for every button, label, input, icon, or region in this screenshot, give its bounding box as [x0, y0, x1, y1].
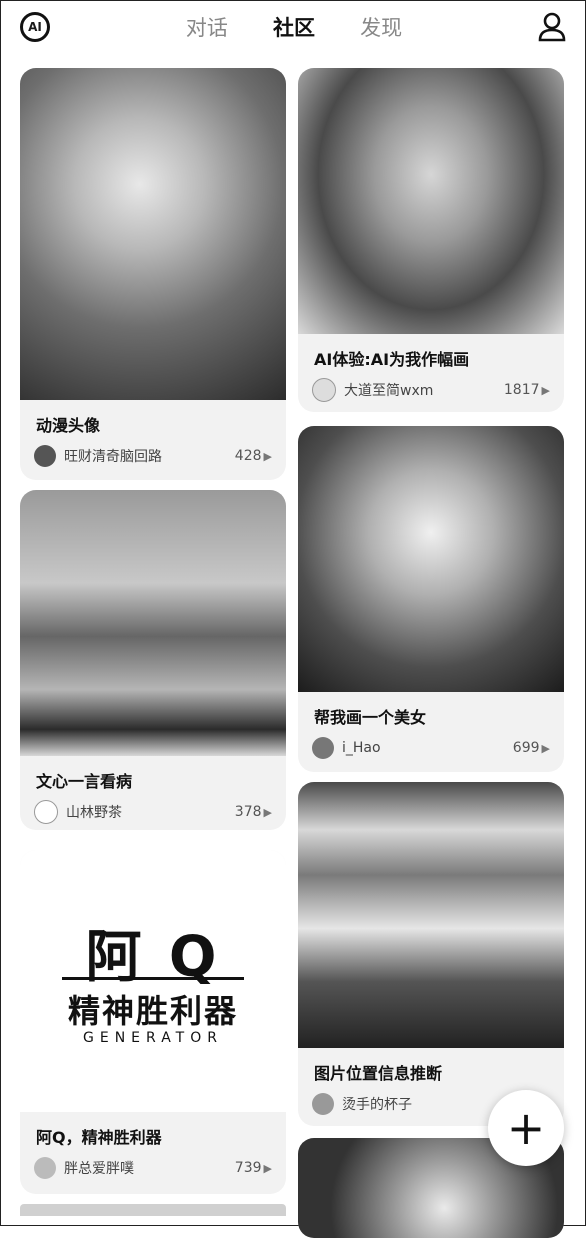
play-arrow-icon: ▶ — [263, 1162, 272, 1175]
post-image[interactable] — [298, 782, 564, 1048]
play-arrow-icon: ▶ — [541, 742, 550, 755]
post-meta: 大道至简wxm 1817 ▶ — [312, 378, 550, 402]
plus-icon: + — [506, 1101, 546, 1155]
post-image[interactable] — [20, 490, 286, 756]
play-arrow-icon: ▶ — [541, 384, 550, 397]
cover-title: 阿 Q — [85, 925, 221, 990]
cover-generator: GENERATOR — [83, 1030, 223, 1046]
post-card[interactable]: 动漫头像 旺财清奇脑回路 428 ▶ — [20, 68, 286, 480]
tab-bar: 对话 社区 发现 — [0, 12, 588, 42]
create-post-button[interactable]: + — [488, 1090, 564, 1166]
play-arrow-icon: ▶ — [263, 806, 272, 819]
post-image[interactable] — [298, 68, 564, 334]
avatar[interactable] — [312, 737, 334, 759]
post-card[interactable]: 帮我画一个美女 i_Hao 699 ▶ — [298, 426, 564, 772]
post-meta: 旺财清奇脑回路 428 ▶ — [34, 444, 272, 468]
post-card[interactable]: 阿 Q 精神胜利器 GENERATOR 阿Q，精神胜利器 胖总爱胖噗 739 ▶ — [20, 850, 286, 1194]
post-title: AI体验:AI为我作幅画 — [314, 350, 470, 369]
post-meta: i_Hao 699 ▶ — [312, 736, 550, 760]
tab-community[interactable]: 社区 — [273, 12, 315, 42]
author-name[interactable]: 旺财清奇脑回路 — [64, 446, 235, 466]
user-icon[interactable] — [538, 12, 566, 42]
post-title: 图片位置信息推断 — [314, 1064, 443, 1083]
post-card[interactable]: 文心一言看病 山林野茶 378 ▶ — [20, 490, 286, 830]
view-count: 378 ▶ — [234, 804, 272, 820]
post-meta: 胖总爱胖噗 739 ▶ — [34, 1156, 272, 1180]
post-title: 阿Q，精神胜利器 — [36, 1128, 162, 1147]
avatar[interactable] — [34, 1157, 56, 1179]
post-image[interactable]: 阿 Q 精神胜利器 GENERATOR — [20, 850, 286, 1112]
next-card-edge — [20, 1204, 286, 1216]
avatar[interactable] — [34, 445, 56, 467]
author-name[interactable]: 大道至简wxm — [344, 380, 504, 400]
tab-chat[interactable]: 对话 — [186, 12, 228, 42]
play-arrow-icon: ▶ — [263, 450, 272, 463]
post-title: 文心一言看病 — [36, 772, 133, 791]
avatar[interactable] — [312, 1093, 334, 1115]
author-name[interactable]: 山林野茶 — [66, 802, 235, 822]
post-image[interactable] — [298, 426, 564, 692]
post-title: 动漫头像 — [36, 416, 101, 435]
author-name[interactable]: 胖总爱胖噗 — [64, 1158, 235, 1178]
top-bar: AI 对话 社区 发现 — [0, 0, 588, 56]
view-count: 699 ▶ — [512, 740, 550, 756]
author-name[interactable]: i_Hao — [342, 740, 513, 756]
post-card[interactable]: 图片位置信息推断 烫手的杯子 — [298, 782, 564, 1126]
view-count: 428 ▶ — [234, 448, 272, 464]
post-image[interactable] — [20, 68, 286, 400]
tab-discover[interactable]: 发现 — [360, 12, 402, 42]
post-meta: 山林野茶 378 ▶ — [34, 800, 272, 824]
post-card[interactable]: AI体验:AI为我作幅画 大道至简wxm 1817 ▶ — [298, 68, 564, 412]
post-title: 帮我画一个美女 — [314, 708, 427, 727]
cover-divider — [62, 977, 244, 980]
avatar[interactable] — [312, 378, 336, 402]
avatar[interactable] — [34, 800, 58, 824]
cover-subtitle: 精神胜利器 — [67, 992, 238, 1030]
view-count: 739 ▶ — [234, 1160, 272, 1176]
view-count: 1817 ▶ — [503, 382, 550, 398]
